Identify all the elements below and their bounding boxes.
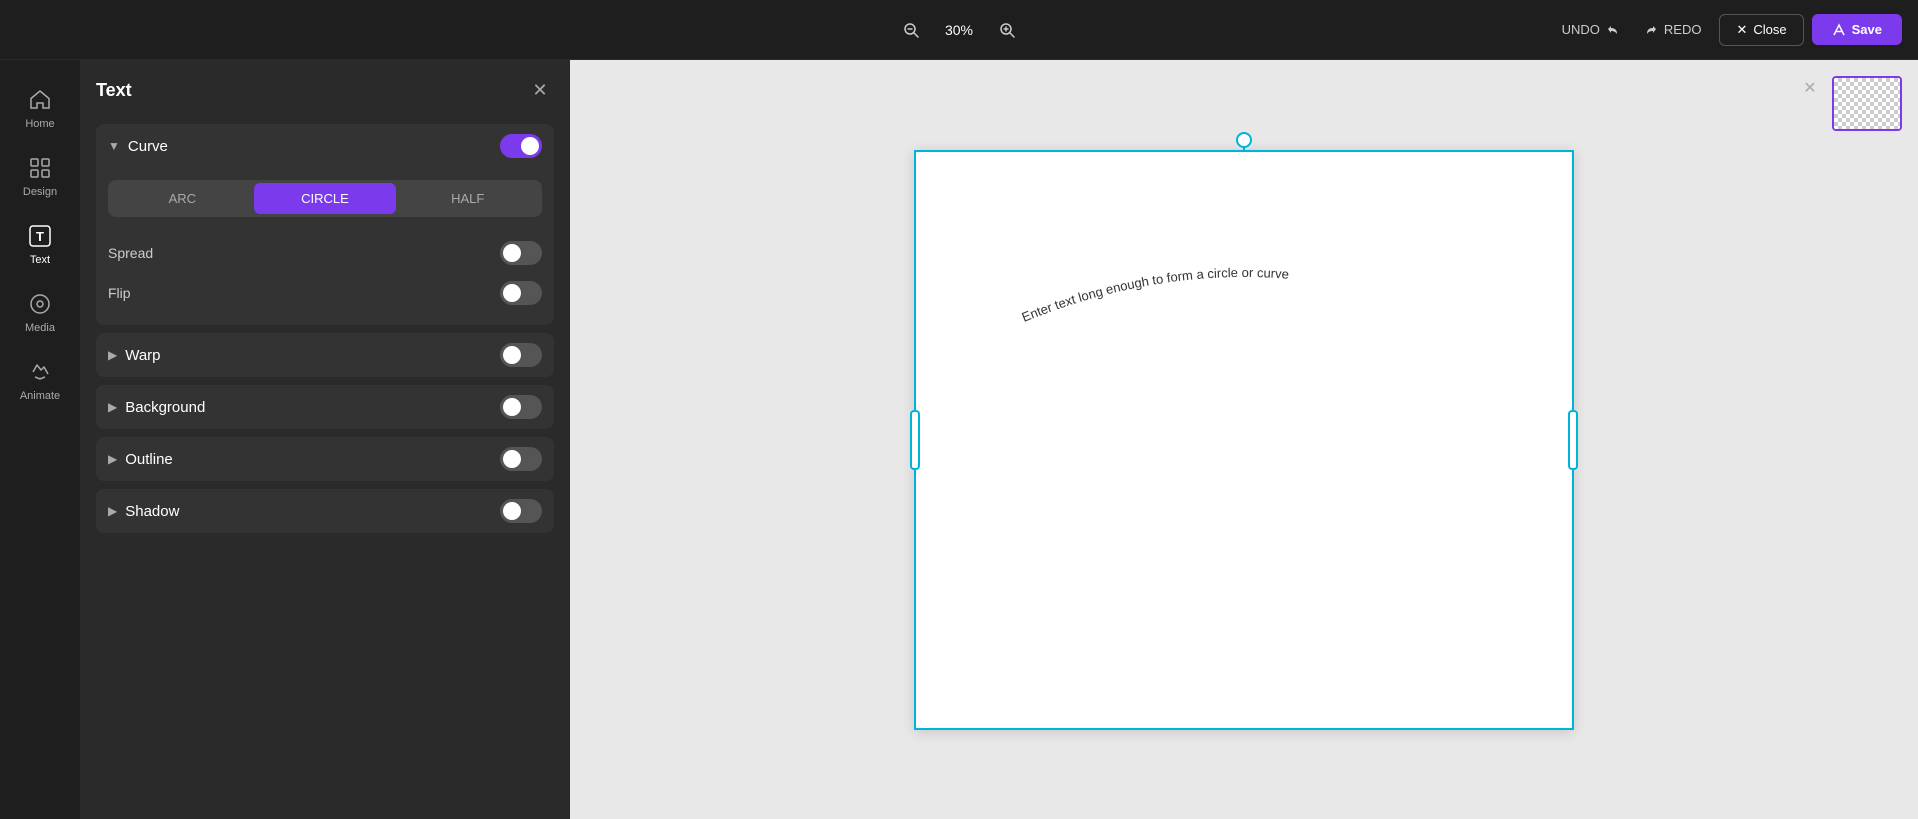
text-icon: T <box>26 222 54 250</box>
checkerboard-pattern <box>1834 78 1900 129</box>
outline-header[interactable]: Outline <box>96 437 554 481</box>
sidebar-label-text: Text <box>30 254 50 266</box>
sidebar-item-home[interactable]: Home <box>6 76 74 140</box>
outline-section: Outline <box>96 437 554 481</box>
curve-toggle[interactable] <box>500 134 542 158</box>
background-chevron-icon <box>108 400 117 414</box>
panel-header: Text ✕ <box>96 76 554 104</box>
flip-row: Flip <box>108 273 542 313</box>
curve-tabs: ARC CIRCLE HALF <box>108 180 542 217</box>
sidebar-label-animate: Animate <box>20 390 60 402</box>
sidebar-label-design: Design <box>23 186 57 198</box>
sidebar-label-media: Media <box>25 322 55 334</box>
thumbnail-close-button[interactable]: ✕ <box>1798 76 1822 100</box>
sidebar-icons: Home Design T Text <box>0 60 80 819</box>
flip-label: Flip <box>108 285 131 301</box>
close-icon: ✕ <box>1736 22 1747 38</box>
shadow-section: Shadow <box>96 489 554 533</box>
curved-text: Enter text long enough to form a circle … <box>1020 264 1290 324</box>
undo-redo-group: UNDO REDO <box>1552 16 1712 43</box>
home-icon <box>26 86 54 114</box>
curve-section: Curve ARC CIRCLE HALF Spread Flip <box>96 124 554 325</box>
background-header-left: Background <box>108 399 205 416</box>
sidebar-label-home: Home <box>25 118 54 130</box>
resize-handle-top[interactable] <box>1236 132 1252 148</box>
topbar: 30% UNDO REDO ✕ Close <box>0 0 1918 60</box>
shadow-toggle[interactable] <box>500 499 542 523</box>
shadow-header-left: Shadow <box>108 503 179 520</box>
flip-toggle[interactable] <box>500 281 542 305</box>
undo-button[interactable]: UNDO <box>1552 16 1630 43</box>
warp-section: Warp <box>96 333 554 377</box>
sidebar-item-media[interactable]: Media <box>6 280 74 344</box>
shadow-chevron-icon <box>108 504 117 518</box>
sidebar-item-design[interactable]: Design <box>6 144 74 208</box>
warp-header[interactable]: Warp <box>96 333 554 377</box>
topbar-center: 30% <box>895 14 1023 46</box>
resize-handle-right[interactable] <box>1568 410 1578 470</box>
outline-header-left: Outline <box>108 451 173 468</box>
topbar-right: UNDO REDO ✕ Close Save <box>1552 14 1902 46</box>
curve-header-left: Curve <box>108 138 168 155</box>
warp-toggle[interactable] <box>500 343 542 367</box>
svg-text:T: T <box>36 229 44 244</box>
shadow-header[interactable]: Shadow <box>96 489 554 533</box>
warp-header-left: Warp <box>108 347 161 364</box>
main: Home Design T Text <box>0 60 1918 819</box>
zoom-out-button[interactable] <box>895 14 927 46</box>
animate-icon <box>26 358 54 386</box>
panel-title: Text <box>96 80 132 101</box>
zoom-value: 30% <box>939 22 979 38</box>
background-section: Background <box>96 385 554 429</box>
curve-header[interactable]: Curve <box>96 124 554 168</box>
design-icon <box>26 154 54 182</box>
undo-label: UNDO <box>1562 22 1600 37</box>
left-panel: Text ✕ Curve ARC CIRCLE HALF <box>80 60 570 819</box>
spread-row: Spread <box>108 233 542 273</box>
tab-circle[interactable]: CIRCLE <box>254 183 397 214</box>
background-header[interactable]: Background <box>96 385 554 429</box>
sidebar-item-text[interactable]: T Text <box>6 212 74 276</box>
warp-label: Warp <box>125 347 160 364</box>
outline-toggle[interactable] <box>500 447 542 471</box>
sidebar-item-animate[interactable]: Animate <box>6 348 74 412</box>
save-label: Save <box>1852 22 1882 37</box>
background-toggle[interactable] <box>500 395 542 419</box>
tab-arc[interactable]: ARC <box>111 183 254 214</box>
canvas-document[interactable]: Enter text long enough to form a circle … <box>914 150 1574 730</box>
redo-label: REDO <box>1664 22 1702 37</box>
curved-text-svg: Enter text long enough to form a circle … <box>994 232 1494 352</box>
tab-half[interactable]: HALF <box>396 183 539 214</box>
curve-body: ARC CIRCLE HALF Spread Flip <box>96 168 554 325</box>
thumbnail[interactable] <box>1832 76 1902 131</box>
warp-chevron-icon <box>108 348 117 362</box>
outline-label: Outline <box>125 451 173 468</box>
media-icon <box>26 290 54 318</box>
redo-button[interactable]: REDO <box>1634 16 1712 43</box>
background-label: Background <box>125 399 205 416</box>
close-label: Close <box>1753 22 1786 37</box>
curve-label: Curve <box>128 138 168 155</box>
spread-toggle[interactable] <box>500 241 542 265</box>
curved-text-container: Enter text long enough to form a circle … <box>916 232 1572 352</box>
canvas-area: Enter text long enough to form a circle … <box>570 60 1918 819</box>
spread-label: Spread <box>108 245 153 261</box>
resize-handle-left[interactable] <box>910 410 920 470</box>
shadow-label: Shadow <box>125 503 179 520</box>
zoom-in-button[interactable] <box>991 14 1023 46</box>
close-button[interactable]: ✕ Close <box>1719 14 1803 46</box>
curve-chevron-icon <box>108 139 120 153</box>
outline-chevron-icon <box>108 452 117 466</box>
canvas-bg: Enter text long enough to form a circle … <box>570 60 1918 819</box>
save-button[interactable]: Save <box>1812 14 1902 45</box>
panel-close-button[interactable]: ✕ <box>526 76 554 104</box>
